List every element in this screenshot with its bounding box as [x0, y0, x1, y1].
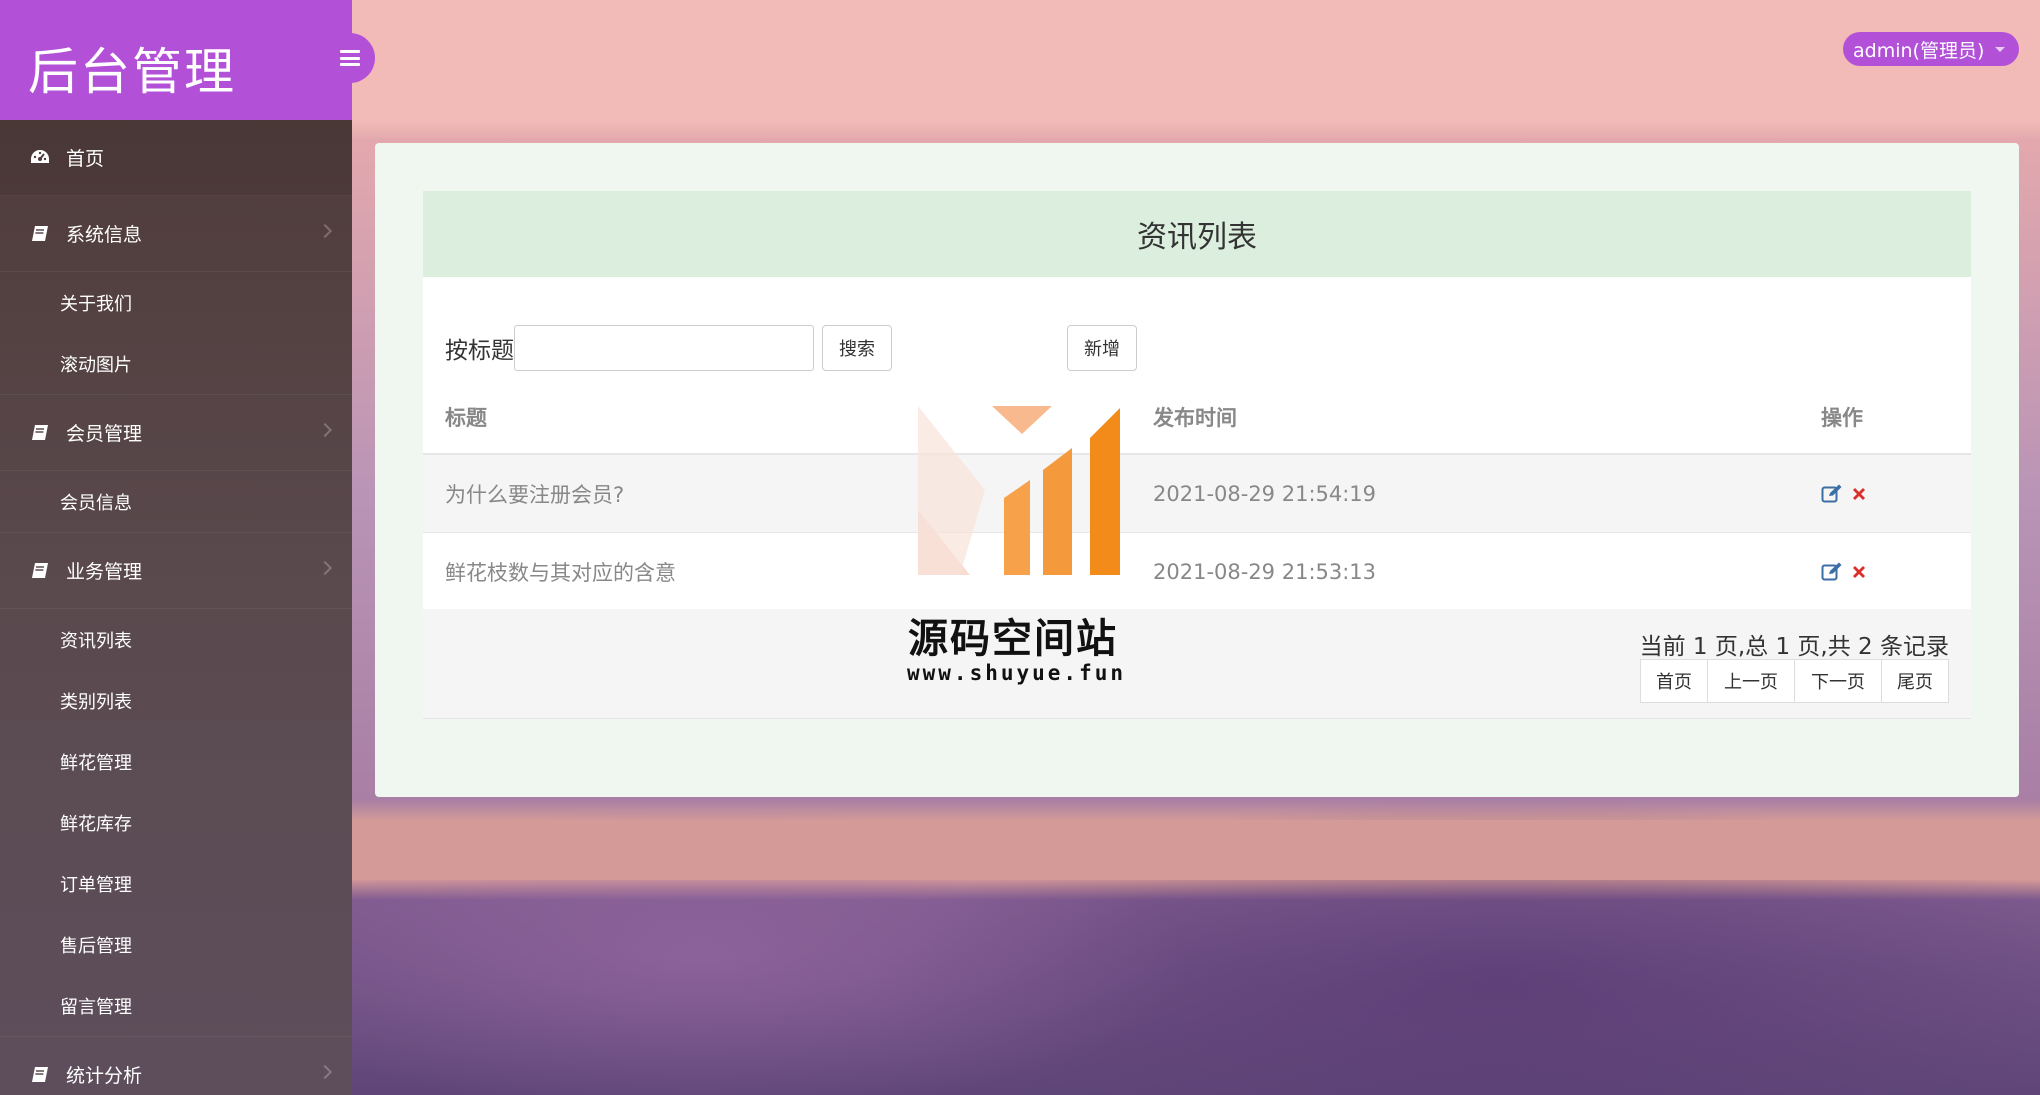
sidebar: 后台管理 首页 系统信息 关于我们 滚动图片 会员管理 会员信息 业务管理 资讯…: [0, 0, 352, 1095]
sidebar-toggle-button[interactable]: [325, 33, 375, 83]
sidebar-nav: 首页 系统信息 关于我们 滚动图片 会员管理 会员信息 业务管理 资讯列表 类别…: [0, 120, 352, 1095]
row-actions: [1821, 561, 1971, 583]
sidebar-item-system-info[interactable]: 系统信息: [0, 196, 352, 272]
content-card: 资讯列表 按标题 搜索 新增 标题 发布时间 操作 为什么要注册会员? 2021…: [375, 143, 2019, 797]
chevron-right-icon: [317, 560, 333, 576]
dashboard-icon: [28, 146, 52, 170]
user-menu-button[interactable]: admin(管理员): [1843, 32, 2019, 66]
news-table: 标题 发布时间 操作 为什么要注册会员? 2021-08-29 21:54:19…: [423, 381, 1971, 611]
chevron-right-icon: [317, 223, 333, 239]
brand-title: 后台管理: [28, 43, 236, 101]
row-title: 鲜花枝数与其对应的含意: [445, 560, 676, 585]
sidebar-item-label: 统计分析: [66, 1065, 143, 1087]
sidebar-subitem-message[interactable]: 留言管理: [0, 975, 352, 1036]
chevron-right-icon: [317, 1064, 333, 1080]
table-row: 鲜花枝数与其对应的含意 2021-08-29 21:53:13: [423, 533, 1971, 611]
book-icon: [28, 421, 52, 445]
news-panel: 资讯列表 按标题 搜索 新增 标题 发布时间 操作 为什么要注册会员? 2021…: [423, 191, 1971, 719]
title-search-input[interactable]: [514, 325, 814, 371]
pagination-area: 当前 1 页,总 1 页,共 2 条记录 首页 上一页 下一页 尾页: [423, 609, 1971, 719]
watermark-name: 源码空间站: [908, 616, 1118, 662]
panel-title: 资讯列表: [423, 191, 1971, 277]
sidebar-subitem-member-info[interactable]: 会员信息: [0, 471, 352, 532]
sidebar-subitem-news-list[interactable]: 资讯列表: [0, 609, 352, 670]
first-page-button[interactable]: 首页: [1640, 659, 1708, 703]
sidebar-subitem-category-list[interactable]: 类别列表: [0, 670, 352, 731]
caret-down-icon: [1995, 47, 2005, 52]
sidebar-subitem-order-manage[interactable]: 订单管理: [0, 853, 352, 914]
pager: 首页 上一页 下一页 尾页: [1640, 659, 1949, 703]
sidebar-subitem-aftersale[interactable]: 售后管理: [0, 914, 352, 975]
page-info: 当前 1 页,总 1 页,共 2 条记录: [1639, 634, 1949, 660]
menu-icon: [340, 50, 360, 66]
search-row: 按标题 搜索: [445, 325, 892, 371]
edit-icon[interactable]: [1821, 561, 1843, 583]
last-page-button[interactable]: 尾页: [1881, 659, 1949, 703]
background-band: [352, 820, 2040, 880]
chevron-right-icon: [317, 422, 333, 438]
user-name: admin(管理员): [1853, 39, 1985, 62]
add-button[interactable]: 新增: [1067, 325, 1137, 371]
sidebar-item-home[interactable]: 首页: [0, 120, 352, 196]
brand: 后台管理: [0, 0, 352, 120]
watermark-url: www.shuyue.fun: [907, 661, 1127, 685]
sidebar-item-statistics[interactable]: 统计分析: [0, 1037, 352, 1095]
book-icon: [28, 1063, 52, 1087]
sidebar-item-label: 业务管理: [66, 561, 143, 583]
book-icon: [28, 559, 52, 583]
header-time: 发布时间: [1153, 406, 1237, 430]
sidebar-item-business[interactable]: 业务管理: [0, 533, 352, 609]
row-time: 2021-08-29 21:54:19: [1153, 481, 1377, 506]
row-title: 为什么要注册会员?: [445, 482, 625, 507]
sidebar-item-label: 会员管理: [66, 423, 143, 445]
sidebar-item-members[interactable]: 会员管理: [0, 395, 352, 471]
sidebar-item-label: 首页: [66, 148, 105, 170]
delete-icon[interactable]: [1849, 483, 1869, 505]
next-page-button[interactable]: 下一页: [1794, 659, 1882, 703]
sidebar-item-label: 系统信息: [66, 224, 143, 246]
book-icon: [28, 222, 52, 246]
search-label: 按标题: [445, 338, 514, 364]
sidebar-subitem-about[interactable]: 关于我们: [0, 272, 352, 333]
prev-page-button[interactable]: 上一页: [1707, 659, 1795, 703]
sidebar-subitem-flower-manage[interactable]: 鲜花管理: [0, 731, 352, 792]
header-title: 标题: [445, 406, 487, 430]
table-row: 为什么要注册会员? 2021-08-29 21:54:19: [423, 455, 1971, 533]
row-actions: [1821, 483, 1971, 505]
edit-icon[interactable]: [1821, 483, 1843, 505]
search-button[interactable]: 搜索: [822, 325, 892, 371]
row-time: 2021-08-29 21:53:13: [1153, 559, 1377, 584]
delete-icon[interactable]: [1849, 561, 1869, 583]
sidebar-subitem-flower-stock[interactable]: 鲜花库存: [0, 792, 352, 853]
header-actions: 操作: [1821, 406, 1863, 430]
sidebar-subitem-slides[interactable]: 滚动图片: [0, 333, 352, 394]
table-header: 标题 发布时间 操作: [423, 381, 1971, 455]
